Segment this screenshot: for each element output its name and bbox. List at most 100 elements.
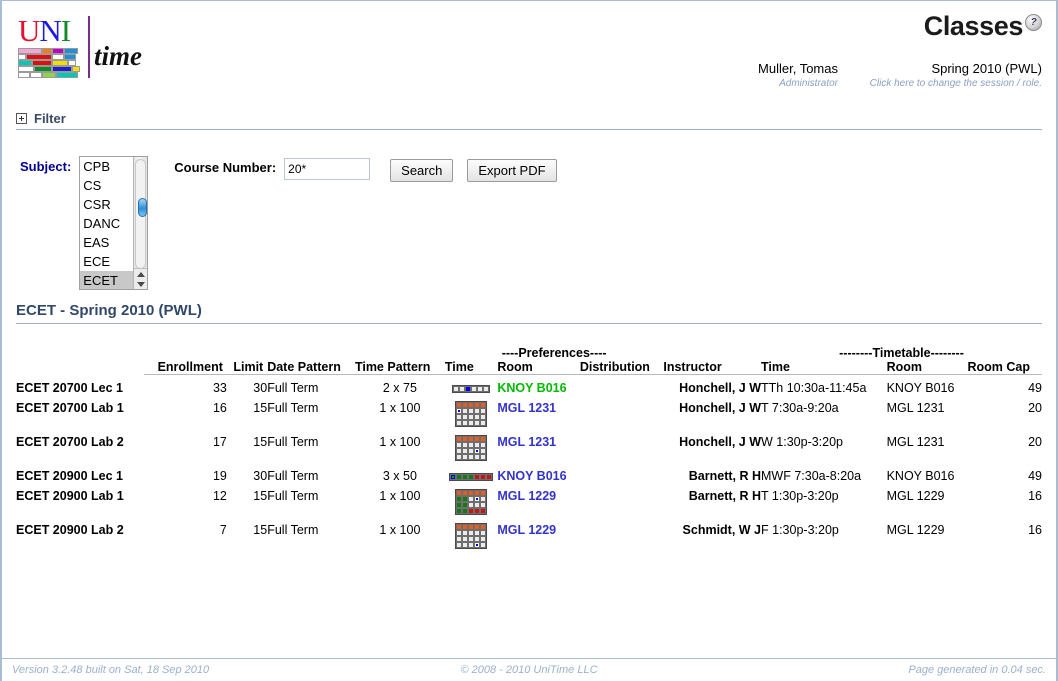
pref-grid-row	[456, 508, 487, 514]
pref-time-cell[interactable]	[445, 429, 497, 463]
timetable-time-value: F 1:30p-3:20p	[761, 523, 839, 537]
col-instructor[interactable]: Instructor	[663, 360, 762, 375]
col-limit[interactable]: Limit	[226, 360, 268, 375]
subject-label: Subject:	[20, 159, 72, 174]
subject-option-cpb[interactable]: CPB	[80, 157, 135, 176]
pref-room-value[interactable]: MGL 1229	[497, 517, 580, 551]
col-tt-time[interactable]: Time	[761, 360, 887, 375]
scroll-up-icon[interactable]	[137, 272, 146, 277]
pref-time-cell[interactable]	[445, 395, 497, 429]
pref-grid-cell	[474, 496, 481, 502]
col-enrollment[interactable]: Enrollment	[144, 360, 227, 375]
session-info[interactable]: Spring 2010 (PWL) Click here to change t…	[870, 61, 1042, 89]
time-preference-grid[interactable]	[455, 435, 488, 461]
pref-room-value[interactable]: MGL 1231	[497, 395, 580, 429]
table-row[interactable]: ECET 20700 Lab 1 16 15 Full Term 1 x 100 MGL …	[16, 395, 1042, 429]
subject-option-ecet[interactable]: ECET	[80, 271, 136, 289]
time-pattern-value: 1 x 100	[379, 435, 421, 449]
footer-generated: Page generated in 0.04 sec.	[908, 664, 1046, 676]
class-name[interactable]: ECET 20900 Lec 1	[16, 463, 144, 483]
table-row[interactable]: ECET 20900 Lab 1 12 15 Full Term 1 x 100 MGL …	[16, 483, 1042, 517]
room-cap-value: 49	[1028, 469, 1042, 483]
scrollbar-thumb[interactable]	[138, 198, 148, 217]
export-pdf-button[interactable]: Export PDF	[467, 159, 557, 182]
instructor-value: Honchell, J W	[679, 381, 762, 395]
group-spacer-timepattern	[355, 346, 445, 360]
scroll-down-icon[interactable]	[137, 282, 146, 287]
pref-time-cell[interactable]	[445, 517, 497, 551]
col-tt-room[interactable]: Room	[886, 360, 968, 375]
table-row[interactable]: ECET 20700 Lec 1 33 30 Full Term 2 x 75 KNOY …	[16, 375, 1042, 396]
pref-grid-cell	[483, 386, 490, 392]
subject-option-danc[interactable]: DANC	[80, 214, 135, 233]
pref-grid-row	[456, 542, 487, 548]
date-pattern-value: Full Term	[267, 435, 319, 449]
group-spacer-datepattern	[267, 346, 355, 360]
col-pref-room[interactable]: Room	[497, 360, 580, 375]
time-preference-grid[interactable]	[449, 473, 494, 481]
plus-box-icon[interactable]	[16, 112, 27, 124]
room-cap-value: 16	[1028, 489, 1042, 503]
group-spacer-limit	[227, 346, 267, 360]
subject-option-csr[interactable]: CSR	[80, 195, 135, 214]
room-cap-value: 20	[1028, 401, 1042, 415]
session-name[interactable]: Spring 2010 (PWL)	[870, 61, 1042, 76]
timetable-room-value: MGL 1229	[886, 489, 945, 503]
class-name[interactable]: ECET 20700 Lab 2	[16, 429, 144, 463]
time-preference-grid[interactable]	[452, 385, 491, 393]
pref-time-cell[interactable]	[445, 463, 497, 483]
class-name[interactable]: ECET 20700 Lab 1	[16, 395, 144, 429]
table-row[interactable]: ECET 20900 Lec 1 19 30 Full Term 3 x 50 KNOY …	[16, 463, 1042, 483]
timetable-room-value: KNOY B016	[886, 469, 955, 483]
results-title: ECET - Spring 2010 (PWL)	[16, 302, 1042, 324]
group-spacer-name	[16, 346, 144, 360]
class-name[interactable]: ECET 20900 Lab 2	[16, 517, 144, 551]
table-row[interactable]: ECET 20700 Lab 2 17 15 Full Term 1 x 100 MGL …	[16, 429, 1042, 463]
pref-room-value[interactable]: KNOY B016	[497, 375, 580, 395]
timetable-room-value: MGL 1229	[886, 523, 945, 537]
time-preference-grid[interactable]	[455, 523, 488, 549]
course-number-input[interactable]	[284, 158, 371, 180]
time-pattern-value: 1 x 100	[379, 523, 421, 537]
subject-option-cs[interactable]: CS	[80, 176, 135, 195]
subject-option-eas[interactable]: EAS	[80, 233, 135, 252]
pref-room-value[interactable]: MGL 1229	[497, 483, 580, 517]
col-pref-time[interactable]: Time	[444, 360, 498, 375]
distribution-value	[580, 395, 664, 429]
logo-grid-icon	[18, 48, 84, 82]
enrollment-value: 33	[212, 381, 227, 395]
col-date-pattern[interactable]: Date Pattern	[267, 360, 355, 375]
class-name[interactable]: ECET 20900 Lab 1	[16, 483, 144, 517]
help-icon[interactable]: ?	[1025, 14, 1042, 31]
session-change-link[interactable]: Click here to change the session / role.	[870, 78, 1042, 89]
pref-time-cell[interactable]	[445, 483, 497, 517]
timetable-time-value: T 7:30a-9:20a	[761, 401, 839, 415]
logo-grid-cell	[30, 72, 42, 78]
limit-value: 30	[253, 381, 268, 395]
class-name[interactable]: ECET 20700 Lec 1	[16, 375, 144, 396]
logo-time-text: time	[94, 41, 142, 71]
enrollment-value: 16	[212, 401, 227, 415]
time-preference-grid[interactable]	[455, 489, 488, 515]
pref-room-value[interactable]: KNOY B016	[497, 463, 580, 483]
col-name[interactable]	[16, 360, 144, 375]
pref-time-cell[interactable]	[445, 375, 497, 396]
subject-scrollbar[interactable]	[133, 157, 148, 289]
subject-option-list[interactable]: CPB CS CSR DANC EAS ECE ECET	[80, 157, 136, 289]
filter-label: Filter	[34, 110, 66, 126]
search-button[interactable]: Search	[390, 159, 454, 182]
scrollbar-buttons[interactable]	[134, 268, 148, 289]
time-preference-grid[interactable]	[455, 401, 488, 427]
col-room-cap[interactable]: Room Cap	[967, 360, 1042, 375]
pref-room-value[interactable]: MGL 1231	[497, 429, 580, 463]
timetable-room-value: MGL 1231	[886, 435, 945, 449]
subject-option-ece[interactable]: ECE	[80, 252, 135, 271]
filter-bar[interactable]: Filter	[16, 107, 1042, 130]
page-title-text: Classes	[923, 11, 1024, 41]
col-time-pattern[interactable]: Time Pattern	[354, 360, 445, 375]
subject-select[interactable]: CPB CS CSR DANC EAS ECE ECET	[79, 156, 149, 290]
table-row[interactable]: ECET 20900 Lab 2 7 15 Full Term 1 x 100 MGL 1…	[16, 517, 1042, 551]
scrollbar-track[interactable]	[135, 159, 148, 269]
col-distribution[interactable]: Distribution	[579, 360, 664, 375]
logo-grid-cell	[56, 72, 78, 78]
